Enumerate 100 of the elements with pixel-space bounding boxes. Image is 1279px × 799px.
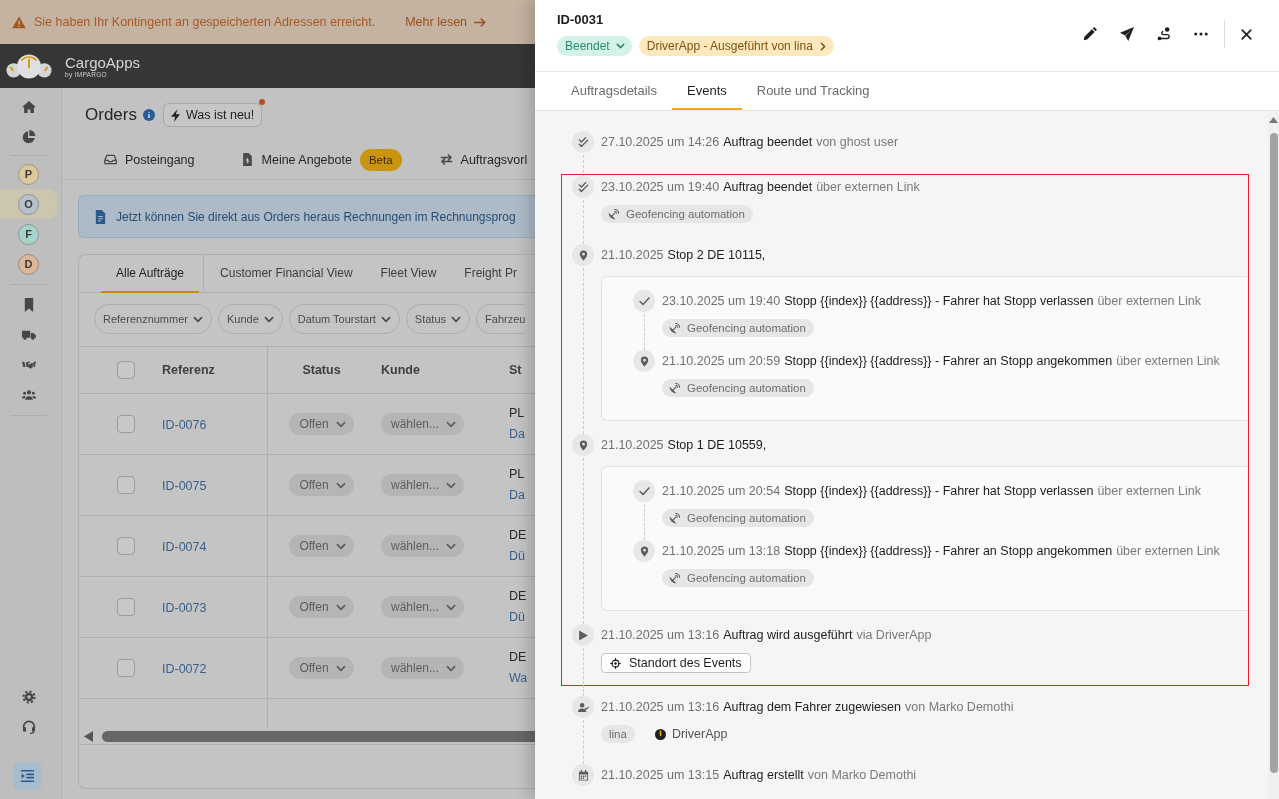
invoice-document-icon: [240, 153, 254, 166]
scroll-up-arrow-icon[interactable]: [1269, 117, 1278, 123]
customer-dropdown[interactable]: wählen...: [381, 535, 465, 557]
sidebar-item[interactable]: P: [0, 159, 57, 189]
tag-label: Geofencing automation: [626, 208, 745, 220]
filter-dropdown[interactable]: Referenznummer: [94, 304, 212, 334]
info-icon[interactable]: [142, 109, 155, 121]
check-icon: [633, 480, 655, 502]
order-link[interactable]: ID-0072: [162, 662, 207, 676]
sidebar-item[interactable]: F: [0, 219, 57, 249]
event-date: 21.10.2025 um 20:54: [662, 483, 781, 500]
cell-link[interactable]: Wa: [509, 668, 528, 689]
order-state-dropdown[interactable]: Beendet: [557, 36, 632, 56]
caret-icon: [446, 420, 457, 428]
event-source: über externen Link: [1097, 293, 1201, 310]
nav-link[interactable]: Meine Angebote: [240, 152, 352, 167]
event-source: von Marko Demothi: [905, 699, 1014, 716]
caret-icon: [446, 481, 457, 489]
filter-dropdown[interactable]: Kunde: [218, 304, 283, 334]
view-tab[interactable]: Fleet View: [366, 255, 451, 293]
satellite-dish-icon: [608, 208, 619, 220]
execution-badge[interactable]: DriverApp - Ausgeführt von lina: [638, 36, 834, 56]
route-icon[interactable]: [1157, 27, 1171, 41]
view-tab[interactable]: Customer Financial View: [206, 255, 367, 293]
event-title: Stop 1 DE 10559,: [667, 437, 767, 454]
paper-plane-icon[interactable]: [1120, 27, 1134, 41]
scroll-left-arrow-icon[interactable]: [84, 730, 93, 742]
settings-icon[interactable]: [21, 690, 36, 704]
filter-dropdown[interactable]: Datum Tourstart: [288, 304, 400, 334]
event-source: von Marko Demothi: [807, 767, 917, 784]
caret-icon: [335, 603, 346, 611]
row-checkbox[interactable]: [117, 659, 135, 677]
event-title: Stopp {{index}} {{address}} - Fahrer an Stopp angekommen: [784, 543, 1113, 560]
row-checkbox[interactable]: [117, 476, 135, 494]
select-all-checkbox[interactable]: [117, 361, 135, 379]
cell-link[interactable]: Da: [509, 424, 525, 445]
row-checkbox[interactable]: [117, 537, 135, 555]
caret-icon: [446, 542, 457, 550]
column-header: St: [509, 363, 522, 377]
view-tab[interactable]: Freight Pr: [450, 255, 518, 293]
customer-dropdown[interactable]: wählen...: [381, 657, 465, 679]
nav-link[interactable]: Posteingang: [104, 152, 195, 167]
read-more-link[interactable]: Mehr lesen: [405, 15, 487, 29]
caret-icon: [335, 542, 346, 550]
check-icon: [633, 290, 655, 312]
caret-icon: [446, 603, 457, 611]
caret-icon: [193, 315, 203, 323]
panel-tab[interactable]: Auftragsdetails: [556, 72, 672, 110]
cell-link[interactable]: Dü: [509, 546, 525, 567]
scrollbar-thumb[interactable]: [102, 730, 535, 742]
sidebar-toggle-button[interactable]: [13, 762, 42, 790]
state-dropdown[interactable]: Offen: [289, 535, 354, 557]
sidebar-item[interactable]: O: [0, 189, 57, 219]
customer-dropdown[interactable]: wählen...: [381, 413, 465, 435]
row-checkbox[interactable]: [117, 415, 135, 433]
nav-link[interactable]: Auftragsvorl: [439, 152, 528, 167]
whats-new-button[interactable]: Was ist neu!: [162, 103, 263, 127]
customer-dropdown[interactable]: wählen...: [381, 474, 465, 496]
arrow-right-icon: [474, 17, 487, 27]
order-link[interactable]: ID-0075: [162, 479, 207, 493]
caret-icon: [451, 315, 462, 323]
state-dropdown[interactable]: Offen: [289, 413, 354, 435]
order-id: ID-0031: [557, 12, 605, 28]
caret-icon: [263, 315, 274, 323]
order-link[interactable]: ID-0076: [162, 418, 207, 432]
row-checkbox[interactable]: [117, 598, 135, 616]
filter-dropdown[interactable]: Status: [405, 304, 471, 334]
people-icon[interactable]: [21, 388, 36, 402]
table-cell-text: PL: [509, 405, 525, 422]
caret-icon: [335, 481, 346, 489]
order-link[interactable]: ID-0074: [162, 540, 207, 554]
edit-icon[interactable]: [1083, 27, 1097, 41]
event-source: über externen Link: [1116, 353, 1220, 370]
brand-name: CargoApps: [65, 53, 141, 71]
event-location-button[interactable]: Standort des Events: [601, 653, 751, 673]
gauge-logo-icon[interactable]: [6, 53, 52, 79]
table-cell-text: DE: [509, 649, 527, 666]
panel-tab[interactable]: Route und Tracking: [741, 72, 885, 110]
headset-icon[interactable]: [21, 720, 36, 734]
sidebar-item[interactable]: D: [0, 249, 57, 279]
state-dropdown[interactable]: Offen: [289, 657, 354, 679]
home-icon[interactable]: [21, 100, 36, 114]
filter-dropdown[interactable]: Fahrzeu: [476, 304, 526, 334]
cell-link[interactable]: Dü: [509, 607, 525, 628]
tag-label: Geofencing automation: [687, 512, 806, 524]
customer-dropdown[interactable]: wählen...: [381, 596, 465, 618]
view-tab[interactable]: Alle Aufträge: [101, 255, 200, 293]
cell-link[interactable]: Da: [509, 485, 525, 506]
close-icon[interactable]: [1241, 28, 1252, 40]
scrollbar-thumb[interactable]: [1269, 133, 1278, 773]
document-icon: [95, 209, 106, 224]
table-cell-text: DE: [509, 588, 527, 605]
lightning-icon: [170, 108, 180, 122]
truck-icon[interactable]: [21, 328, 36, 342]
state-dropdown[interactable]: Offen: [289, 474, 354, 496]
pie-chart-icon[interactable]: [21, 130, 36, 144]
chevron-right-icon: [819, 41, 826, 51]
order-link[interactable]: ID-0073: [162, 601, 207, 615]
more-icon[interactable]: [1194, 32, 1208, 36]
state-dropdown[interactable]: Offen: [289, 596, 354, 618]
